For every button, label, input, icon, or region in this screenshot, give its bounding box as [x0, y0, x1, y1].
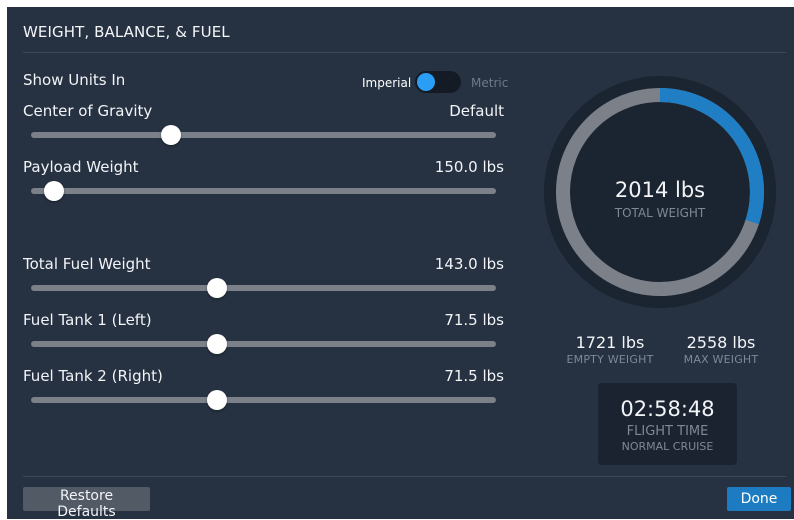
tank2-label: Fuel Tank 2 (Right): [23, 367, 163, 385]
cog-slider-thumb[interactable]: [160, 125, 181, 145]
total-weight-caption: TOTAL WEIGHT: [614, 206, 706, 220]
footer-divider: [23, 476, 786, 477]
weight-balance-fuel-panel: WEIGHT, BALANCE, & FUEL Show Units In Im…: [7, 7, 794, 520]
flight-time-box: 02:58:48 FLIGHT TIME NORMAL CRUISE: [598, 383, 737, 465]
max-weight-caption: MAX WEIGHT: [683, 353, 759, 366]
cog-label: Center of Gravity: [23, 102, 153, 120]
flight-time-caption: FLIGHT TIME: [626, 424, 709, 439]
total-fuel-slider[interactable]: [31, 278, 496, 298]
cog-slider[interactable]: [31, 125, 496, 145]
total-fuel-label: Total Fuel Weight: [23, 255, 151, 273]
payload-slider-thumb[interactable]: [44, 181, 65, 201]
payload-value: 150.0 lbs: [434, 158, 504, 176]
cruise-mode-label: NORMAL CRUISE: [621, 440, 714, 453]
title-divider: [23, 52, 786, 53]
tank2-slider[interactable]: [31, 390, 496, 410]
empty-weight-caption: EMPTY WEIGHT: [566, 353, 654, 366]
units-option-metric[interactable]: Metric: [471, 76, 508, 90]
units-toggle[interactable]: [415, 71, 461, 93]
total-weight-value: 2014 lbs: [615, 178, 705, 202]
panel-title: WEIGHT, BALANCE, & FUEL: [23, 23, 230, 41]
tank2-slider-thumb[interactable]: [207, 390, 227, 410]
payload-label: Payload Weight: [23, 158, 139, 176]
tank2-value: 71.5 lbs: [444, 367, 504, 385]
units-label: Show Units In: [23, 71, 126, 89]
max-weight-value: 2558 lbs: [686, 333, 756, 352]
tank1-label: Fuel Tank 1 (Left): [23, 311, 152, 329]
units-toggle-knob: [417, 73, 435, 91]
done-button[interactable]: Done: [727, 487, 791, 511]
flight-time-value: 02:58:48: [620, 397, 715, 421]
restore-defaults-button[interactable]: Restore Defaults: [23, 487, 150, 520]
units-option-imperial[interactable]: Imperial: [362, 76, 411, 90]
total-fuel-slider-thumb[interactable]: [207, 278, 227, 298]
tank1-slider[interactable]: [31, 334, 496, 354]
total-weight-gauge: 2014 lbs TOTAL WEIGHT: [544, 76, 776, 308]
tank1-value: 71.5 lbs: [444, 311, 504, 329]
payload-slider[interactable]: [31, 181, 496, 201]
empty-weight-value: 1721 lbs: [575, 333, 645, 352]
cog-value: Default: [449, 102, 504, 120]
tank1-slider-thumb[interactable]: [207, 334, 227, 354]
total-fuel-value: 143.0 lbs: [434, 255, 504, 273]
